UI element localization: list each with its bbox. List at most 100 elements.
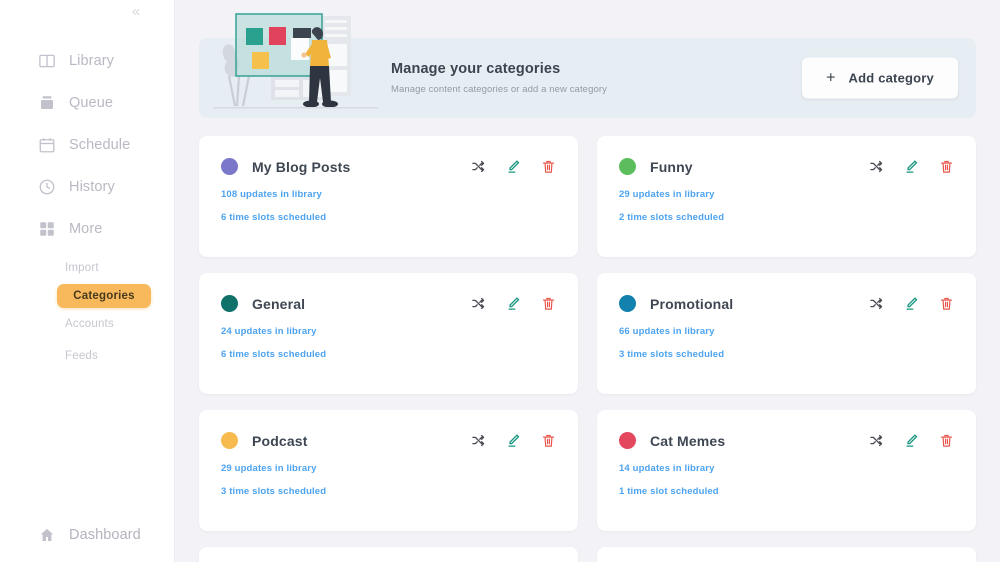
sidebar-nav: Library Queue Schedule History More Impo… bbox=[0, 40, 175, 372]
chevron-double-left-icon: « bbox=[131, 2, 141, 20]
sidebar-item-import[interactable]: Import bbox=[0, 252, 175, 284]
sidebar: « Library Queue Schedule History More Im… bbox=[0, 0, 175, 562]
sidebar-item-schedule[interactable]: Schedule bbox=[0, 124, 175, 166]
trash-icon[interactable] bbox=[938, 159, 954, 175]
sidebar-subitem-label: Import bbox=[65, 262, 99, 274]
sidebar-item-categories[interactable]: Categories bbox=[57, 284, 151, 308]
sidebar-footer: Dashboard bbox=[0, 514, 175, 556]
category-card-header: Podcast bbox=[221, 432, 556, 449]
sidebar-item-accounts[interactable]: Accounts bbox=[0, 308, 175, 340]
queue-stack-icon bbox=[38, 94, 56, 112]
updates-in-library-link[interactable]: 108 updates in library bbox=[221, 189, 556, 200]
shuffle-icon[interactable] bbox=[868, 433, 884, 449]
add-category-label: Add category bbox=[848, 70, 934, 86]
category-name: Promotional bbox=[650, 295, 734, 312]
category-name: Cat Memes bbox=[650, 432, 726, 449]
category-card-stats: 24 updates in library 6 time slots sched… bbox=[221, 326, 556, 360]
category-card-stats: 29 updates in library 2 time slots sched… bbox=[619, 189, 954, 223]
home-icon bbox=[38, 526, 56, 544]
edit-pencil-icon[interactable] bbox=[505, 296, 521, 312]
category-card-header: My Blog Posts bbox=[221, 158, 556, 175]
sidebar-collapse-button[interactable]: « bbox=[126, 2, 146, 20]
updates-in-library-link[interactable]: 24 updates in library bbox=[221, 326, 556, 337]
shuffle-icon[interactable] bbox=[470, 433, 486, 449]
category-card-stats: 14 updates in library 1 time slot schedu… bbox=[619, 463, 954, 497]
category-card-header: General bbox=[221, 295, 556, 312]
category-card-actions bbox=[470, 159, 556, 175]
whiteboard-illustration bbox=[213, 10, 378, 118]
category-card-actions bbox=[470, 296, 556, 312]
banner-title: Manage your categories bbox=[391, 61, 561, 77]
category-card[interactable]: My Blog Posts 108 updates in library 6 t… bbox=[199, 136, 578, 257]
category-card-header: Cat Memes bbox=[619, 432, 954, 449]
updates-in-library-link[interactable]: 29 updates in library bbox=[221, 463, 556, 474]
time-slots-scheduled-link[interactable]: 1 time slot scheduled bbox=[619, 486, 954, 497]
category-card-actions bbox=[470, 433, 556, 449]
category-color-dot bbox=[619, 432, 636, 449]
sidebar-item-label: History bbox=[69, 179, 115, 195]
time-slots-scheduled-link[interactable]: 6 time slots scheduled bbox=[221, 212, 556, 223]
plus-icon: + bbox=[826, 69, 836, 86]
time-slots-scheduled-link[interactable]: 6 time slots scheduled bbox=[221, 349, 556, 360]
updates-in-library-link[interactable]: 66 updates in library bbox=[619, 326, 954, 337]
trash-icon[interactable] bbox=[938, 433, 954, 449]
sidebar-subitem-label: Categories bbox=[73, 290, 135, 302]
edit-pencil-icon[interactable] bbox=[505, 433, 521, 449]
trash-icon[interactable] bbox=[938, 296, 954, 312]
category-card[interactable] bbox=[597, 547, 976, 562]
category-card-header: Promotional bbox=[619, 295, 954, 312]
time-slots-scheduled-link[interactable]: 3 time slots scheduled bbox=[619, 349, 954, 360]
category-color-dot bbox=[221, 432, 238, 449]
category-card[interactable] bbox=[199, 547, 578, 562]
edit-pencil-icon[interactable] bbox=[903, 433, 919, 449]
category-name: My Blog Posts bbox=[252, 158, 351, 175]
category-card-stats: 29 updates in library 3 time slots sched… bbox=[221, 463, 556, 497]
edit-pencil-icon[interactable] bbox=[903, 159, 919, 175]
sidebar-subnav: Import Categories Accounts Feeds bbox=[0, 252, 175, 372]
category-card[interactable]: Cat Memes 14 updates in library 1 time s… bbox=[597, 410, 976, 531]
time-slots-scheduled-link[interactable]: 2 time slots scheduled bbox=[619, 212, 954, 223]
edit-pencil-icon[interactable] bbox=[505, 159, 521, 175]
updates-in-library-link[interactable]: 29 updates in library bbox=[619, 189, 954, 200]
trash-icon[interactable] bbox=[540, 296, 556, 312]
category-color-dot bbox=[619, 158, 636, 175]
category-card-stats: 66 updates in library 3 time slots sched… bbox=[619, 326, 954, 360]
updates-in-library-link[interactable]: 14 updates in library bbox=[619, 463, 954, 474]
add-category-button[interactable]: + Add category bbox=[802, 57, 958, 99]
sidebar-item-history[interactable]: History bbox=[0, 166, 175, 208]
sidebar-item-library[interactable]: Library bbox=[0, 40, 175, 82]
book-icon bbox=[38, 52, 56, 70]
category-card-stats: 108 updates in library 6 time slots sche… bbox=[221, 189, 556, 223]
sidebar-subitem-label: Accounts bbox=[65, 318, 114, 330]
sidebar-item-label: Dashboard bbox=[69, 527, 141, 543]
main-content: Manage your categories Manage content ca… bbox=[175, 0, 1000, 562]
trash-icon[interactable] bbox=[540, 159, 556, 175]
clock-icon bbox=[38, 178, 56, 196]
sidebar-subitem-label: Feeds bbox=[65, 350, 98, 362]
category-card[interactable]: Funny 29 updates in library 2 time slots… bbox=[597, 136, 976, 257]
sidebar-item-more[interactable]: More bbox=[0, 208, 175, 250]
sidebar-item-label: Library bbox=[69, 53, 115, 69]
trash-icon[interactable] bbox=[540, 433, 556, 449]
edit-pencil-icon[interactable] bbox=[903, 296, 919, 312]
category-card-actions bbox=[868, 159, 954, 175]
category-card[interactable]: Podcast 29 updates in library 3 time slo… bbox=[199, 410, 578, 531]
app-root: « Library Queue Schedule History More Im… bbox=[0, 0, 1000, 562]
sidebar-item-dashboard[interactable]: Dashboard bbox=[0, 514, 175, 556]
banner-text-block: Manage your categories Manage content ca… bbox=[391, 61, 607, 95]
category-card-header: Funny bbox=[619, 158, 954, 175]
shuffle-icon[interactable] bbox=[868, 159, 884, 175]
shuffle-icon[interactable] bbox=[470, 296, 486, 312]
category-card[interactable]: Promotional 66 updates in library 3 time… bbox=[597, 273, 976, 394]
time-slots-scheduled-link[interactable]: 3 time slots scheduled bbox=[221, 486, 556, 497]
manage-categories-banner: Manage your categories Manage content ca… bbox=[199, 13, 976, 118]
sidebar-item-label: Schedule bbox=[69, 137, 131, 153]
category-name: General bbox=[252, 295, 306, 312]
category-card[interactable]: General 24 updates in library 6 time slo… bbox=[199, 273, 578, 394]
sidebar-item-feeds[interactable]: Feeds bbox=[0, 340, 175, 372]
shuffle-icon[interactable] bbox=[470, 159, 486, 175]
category-color-dot bbox=[619, 295, 636, 312]
sidebar-item-queue[interactable]: Queue bbox=[0, 82, 175, 124]
categories-grid: My Blog Posts 108 updates in library 6 t… bbox=[199, 136, 976, 562]
shuffle-icon[interactable] bbox=[868, 296, 884, 312]
